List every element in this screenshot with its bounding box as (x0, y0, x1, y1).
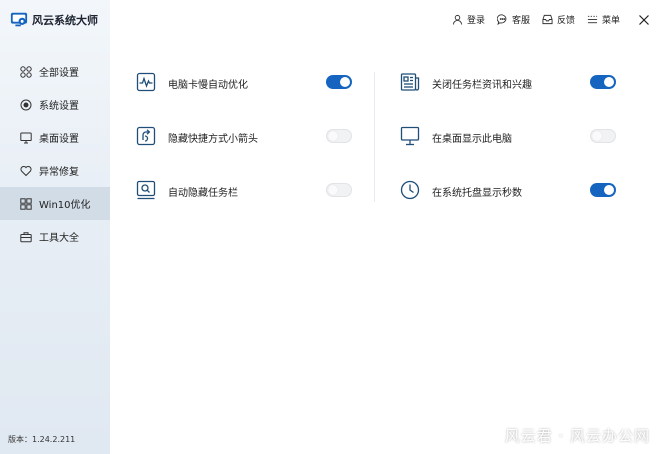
main-content: 电脑卡慢自动优化 隐藏快捷方式小箭头 自动隐藏任务栏 关闭任务栏资讯和兴趣 在桌… (110, 0, 660, 454)
app-logo-icon (10, 12, 28, 27)
setting-label: 自动隐藏任务栏 (168, 188, 238, 199)
toggle-hide-shortcut-arrow[interactable] (326, 129, 352, 143)
taskbar-icon (136, 180, 156, 200)
setting-label: 电脑卡慢自动优化 (168, 80, 248, 91)
sidebar-item-win10-optimize[interactable]: Win10优化 (0, 187, 110, 220)
computer-icon (400, 126, 420, 146)
app-title: 风云系统大师 (32, 14, 98, 27)
sidebar-item-repair[interactable]: 异常修复 (0, 154, 110, 187)
setting-label: 在桌面显示此电脑 (432, 134, 512, 145)
sidebar-item-label: Win10优化 (39, 200, 91, 211)
toggle-auto-hide-taskbar[interactable] (326, 183, 352, 197)
sidebar-item-tools[interactable]: 工具大全 (0, 220, 110, 253)
watermark: 风云君 · 风云办公网 (504, 427, 650, 445)
setting-row-close-news: 关闭任务栏资讯和兴趣 (400, 70, 616, 124)
setting-row-auto-optimize: 电脑卡慢自动优化 (136, 70, 352, 124)
news-icon (400, 73, 420, 91)
sidebar-item-all-settings[interactable]: 全部设置 (0, 55, 110, 88)
monitor-icon (20, 132, 32, 143)
clock-icon (400, 180, 420, 200)
toggle-show-this-pc[interactable] (590, 129, 616, 143)
heart-icon (20, 165, 32, 176)
sidebar-item-label: 系统设置 (39, 101, 79, 112)
toolbox-icon (20, 231, 32, 242)
target-icon (20, 99, 32, 110)
settings-column-right: 关闭任务栏资讯和兴趣 在桌面显示此电脑 在系统托盘显示秒数 (400, 70, 616, 232)
setting-row-auto-hide-taskbar: 自动隐藏任务栏 (136, 178, 352, 232)
sidebar-item-label: 桌面设置 (39, 134, 79, 145)
setting-label: 在系统托盘显示秒数 (432, 188, 522, 199)
version-label: 版本：1.24.2.211 (8, 435, 76, 444)
sidebar-item-desktop-settings[interactable]: 桌面设置 (0, 121, 110, 154)
sidebar: 风云系统大师 全部设置 系统设置 桌面设置 异常修复 Win10优化 工具大全 … (0, 0, 110, 454)
app-logo: 风云系统大师 (10, 11, 98, 29)
toggle-tray-seconds[interactable] (590, 183, 616, 197)
sidebar-item-label: 全部设置 (39, 68, 79, 79)
sidebar-nav: 全部设置 系统设置 桌面设置 异常修复 Win10优化 工具大全 (0, 55, 110, 253)
setting-label: 隐藏快捷方式小箭头 (168, 134, 258, 145)
sidebar-item-system-settings[interactable]: 系统设置 (0, 88, 110, 121)
toggle-auto-optimize[interactable] (326, 75, 352, 89)
setting-row-show-this-pc: 在桌面显示此电脑 (400, 124, 616, 178)
windows-icon (20, 197, 32, 210)
setting-label: 关闭任务栏资讯和兴趣 (432, 80, 532, 91)
shortcut-arrow-icon (136, 126, 156, 146)
toggle-close-news[interactable] (590, 75, 616, 89)
setting-row-hide-shortcut-arrow: 隐藏快捷方式小箭头 (136, 124, 352, 178)
settings-column-left: 电脑卡慢自动优化 隐藏快捷方式小箭头 自动隐藏任务栏 (136, 70, 352, 232)
pulse-icon (136, 72, 156, 92)
column-divider (374, 72, 375, 202)
setting-row-tray-seconds: 在系统托盘显示秒数 (400, 178, 616, 232)
sidebar-item-label: 工具大全 (39, 233, 79, 244)
sidebar-item-label: 异常修复 (39, 167, 79, 178)
grid-icon (20, 65, 32, 78)
